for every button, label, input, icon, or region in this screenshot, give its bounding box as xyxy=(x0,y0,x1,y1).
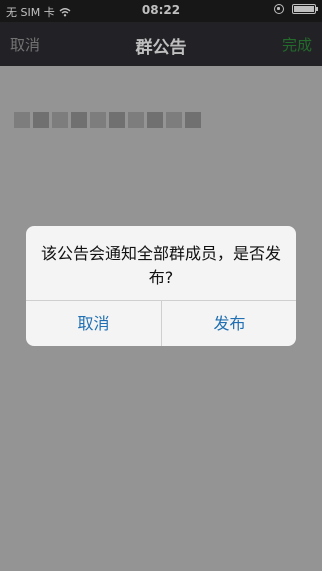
dialog-publish-button[interactable]: 发布 xyxy=(162,301,296,346)
status-dim xyxy=(0,0,322,66)
publish-confirm-dialog: 该公告会通知全部群成员，是否发布? 取消 发布 xyxy=(26,226,296,346)
dialog-cancel-button[interactable]: 取消 xyxy=(26,301,161,346)
dialog-message: 该公告会通知全部群成员，是否发布? xyxy=(40,244,281,287)
screen: 无 SIM 卡 08:22 取消 群公告 完成 该公告会通知全部群成员，是否发布… xyxy=(0,0,322,571)
